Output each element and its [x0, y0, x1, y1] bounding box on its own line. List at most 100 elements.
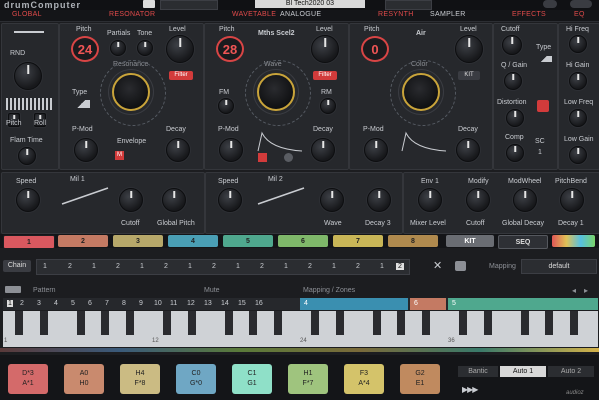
fx-type-icon[interactable]	[536, 56, 552, 62]
section-resynth[interactable]: RESYNTH	[378, 11, 414, 18]
drum-pad-2[interactable]: A0 H0	[64, 364, 104, 394]
ana-level-knob[interactable]	[455, 35, 483, 63]
step-num-6[interactable]: 6	[88, 300, 92, 307]
drum-pad-8[interactable]: G2 E1	[400, 364, 440, 394]
wave-knob[interactable]	[257, 73, 295, 111]
rnd-knob[interactable]	[14, 62, 42, 90]
modify-knob[interactable]	[466, 188, 490, 212]
higain-knob[interactable]	[569, 72, 587, 90]
chain-slot-9[interactable]: 1	[236, 263, 240, 270]
chain-slot-13[interactable]: 1	[332, 263, 336, 270]
track-6[interactable]: 6	[278, 235, 328, 247]
section-resonator[interactable]: RESONATOR	[109, 11, 155, 18]
menu-button[interactable]	[543, 0, 557, 8]
globalpitch-knob[interactable]	[162, 188, 186, 212]
black-key[interactable]	[101, 311, 110, 335]
black-key[interactable]	[126, 311, 134, 335]
black-key[interactable]	[311, 311, 320, 335]
chain-button[interactable]: Chain	[3, 260, 31, 272]
color-knob[interactable]	[402, 73, 440, 111]
track-4[interactable]: 4	[168, 235, 218, 247]
play-button[interactable]	[143, 0, 155, 8]
chain-slot-14[interactable]: 2	[356, 263, 360, 270]
tempo-field[interactable]	[160, 0, 218, 10]
mod2-speed-knob[interactable]	[218, 188, 242, 212]
ana-kit-button[interactable]: KIT	[458, 71, 480, 80]
track-5[interactable]: 5	[223, 235, 273, 247]
black-key[interactable]	[459, 311, 468, 335]
mod1-speed-knob[interactable]	[16, 188, 40, 212]
black-key[interactable]	[76, 311, 85, 335]
step-num-14[interactable]: 14	[221, 300, 229, 307]
step-num-8[interactable]: 8	[122, 300, 126, 307]
chain-slot-11[interactable]: 1	[284, 263, 288, 270]
section-effects[interactable]: EFFECTS	[512, 11, 546, 18]
chain-slot-16[interactable]: 2	[396, 263, 404, 270]
black-key[interactable]	[187, 311, 196, 335]
rm-knob[interactable]	[320, 98, 336, 114]
wav-pitch-display[interactable]: 28	[216, 36, 244, 62]
fx-cutoff-knob[interactable]	[502, 35, 522, 55]
mod1-cutoff-knob[interactable]	[119, 188, 143, 212]
step-num-11[interactable]: 11	[170, 300, 177, 307]
black-key[interactable]	[224, 311, 233, 335]
black-key[interactable]	[163, 311, 172, 335]
res-filter-button[interactable]: Filter	[169, 71, 193, 80]
export-button[interactable]	[552, 235, 595, 247]
drum-pad-7[interactable]: F3 A*4	[344, 364, 384, 394]
chain-slot-4[interactable]: 2	[116, 263, 120, 270]
flam-knob[interactable]	[18, 147, 36, 165]
chain-slot-12[interactable]: 2	[308, 263, 312, 270]
distortion-knob[interactable]	[506, 109, 524, 127]
track-3[interactable]: 3	[113, 235, 163, 247]
type-shape-icon[interactable]	[72, 100, 90, 108]
zone-4[interactable]	[300, 298, 408, 310]
track-2[interactable]: 2	[58, 235, 108, 247]
mode-button-3[interactable]: Auto 2	[548, 366, 594, 377]
comp-knob[interactable]	[506, 144, 524, 162]
wav-level-knob[interactable]	[311, 35, 339, 63]
env1-knob[interactable]	[418, 188, 442, 212]
step-num-4[interactable]: 4	[54, 300, 58, 307]
black-key[interactable]	[397, 311, 406, 335]
drum-pad-4[interactable]: C0 G*0	[176, 364, 216, 394]
fx-qgain-knob[interactable]	[504, 72, 522, 90]
prev-page-icon[interactable]: ◂	[572, 286, 576, 295]
wav-pmod-knob[interactable]	[219, 138, 243, 162]
step-num-15[interactable]: 15	[238, 300, 246, 307]
mapping-select[interactable]: default	[521, 259, 597, 274]
step-num-13[interactable]: 13	[204, 300, 212, 307]
chain-slot-3[interactable]: 1	[92, 263, 96, 270]
next-page-icon[interactable]: ▸	[584, 286, 588, 295]
ana-pitch-display[interactable]: 0	[361, 36, 389, 62]
black-key[interactable]	[545, 311, 554, 335]
black-key[interactable]	[422, 311, 430, 335]
ana-pmod-knob[interactable]	[364, 138, 388, 162]
black-key[interactable]	[372, 311, 381, 335]
ana-decay-knob[interactable]	[456, 138, 480, 162]
settings-button[interactable]	[570, 0, 592, 8]
kit-button[interactable]: KIT	[446, 235, 494, 247]
drum-pad-3[interactable]: H4 F*8	[120, 364, 160, 394]
step-num-7[interactable]: 7	[105, 300, 109, 307]
lowgain-knob[interactable]	[569, 146, 587, 164]
partials-knob[interactable]	[110, 40, 126, 56]
decay3-knob[interactable]	[367, 188, 391, 212]
chain-slot-6[interactable]: 2	[164, 263, 168, 270]
mix-field[interactable]	[385, 0, 432, 10]
res-m-button[interactable]: M	[115, 151, 124, 160]
black-key[interactable]	[249, 311, 258, 335]
sc-value[interactable]: 1	[538, 149, 542, 156]
lowfreq-knob[interactable]	[569, 109, 587, 127]
chain-slot-2[interactable]: 2	[68, 263, 72, 270]
black-key[interactable]	[15, 311, 24, 335]
chain-slot-7[interactable]: 1	[188, 263, 192, 270]
mode-button-2[interactable]: Auto 1	[500, 366, 546, 377]
resonance-knob[interactable]	[112, 73, 150, 111]
step-num-2[interactable]: 2	[20, 300, 24, 307]
chain-slot-10[interactable]: 2	[260, 263, 264, 270]
track-1[interactable]: 1	[3, 235, 55, 249]
modwheel-knob[interactable]	[513, 188, 537, 212]
wav-filter-button[interactable]: Filter	[313, 71, 337, 80]
mode-button-1[interactable]: Bantic	[458, 366, 498, 377]
